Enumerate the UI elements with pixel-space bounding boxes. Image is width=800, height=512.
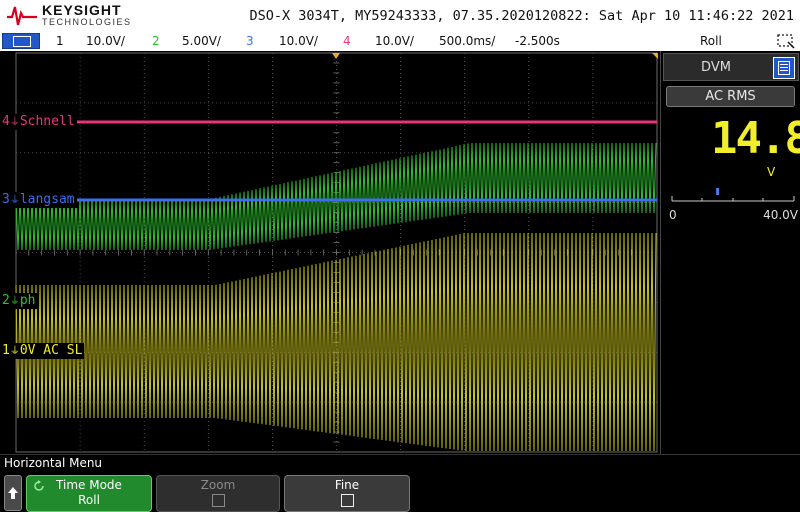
ch4-scale[interactable]: 10.0V/ [375, 34, 414, 48]
ch4-label[interactable]: 4⏚Schnell [0, 114, 77, 130]
run-mode: Roll [700, 34, 722, 48]
ch1-label[interactable]: 1⏚0V AC SL [0, 343, 85, 359]
fine-label: Fine [334, 478, 360, 492]
ch2-ground-marker: 2 [2, 293, 10, 308]
dvm-mode-button[interactable]: AC RMS [666, 86, 795, 107]
ch4-number[interactable]: 4 [343, 34, 351, 48]
up-arrow-icon [8, 487, 18, 499]
timebase-scale[interactable]: 500.0ms/ [439, 34, 495, 48]
zoom-softkey[interactable]: Zoom [156, 475, 280, 512]
time-mode-softkey[interactable]: Time Mode Roll [26, 475, 152, 512]
ch1-scale[interactable]: 10.0V/ [86, 34, 125, 48]
dvm-unit: V [767, 165, 776, 179]
brand-name: KEYSIGHT [42, 2, 122, 18]
ch3-label-text: langsam [19, 192, 75, 207]
dvm-header: DVM [663, 53, 799, 81]
ch3-label[interactable]: 3⏚langsam [0, 192, 77, 208]
ch2-number[interactable]: 2 [152, 34, 160, 48]
ch1-label-text: 0V AC SL [19, 343, 83, 358]
dvm-reading: 14.8 [711, 113, 800, 164]
ch1-ground-marker: 1 [2, 343, 10, 358]
keysight-logo-icon [7, 6, 37, 26]
dvm-scale-bar [671, 188, 795, 202]
menu-icon[interactable] [773, 57, 795, 79]
menu-title: Horizontal Menu [4, 456, 103, 470]
ch3-scale[interactable]: 10.0V/ [279, 34, 318, 48]
ch3-ground-marker: 3 [2, 192, 10, 207]
ch2-label-text: ph [19, 293, 36, 308]
instrument-title: DSO-X 3034T, MY59243333, 07.35.202012082… [249, 8, 794, 24]
ch2-label[interactable]: 2⏚ph [0, 293, 38, 309]
zoom-checkbox[interactable] [211, 494, 225, 507]
menu-icon[interactable] [2, 33, 40, 49]
dvm-title: DVM [701, 60, 731, 75]
softkey-bar: Horizontal Menu Time Mode Roll Zoom Fine [0, 454, 800, 512]
dvm-scale-max: 40.0V [763, 208, 798, 222]
rotate-knob-icon [34, 480, 44, 491]
status-bar: 1 10.0V/ 2 5.00V/ 3 10.0V/ 4 10.0V/ 500.… [0, 31, 800, 51]
dashed-box-icon[interactable] [776, 33, 796, 49]
ch4-ground-marker: 4 [2, 114, 10, 129]
dvm-panel: DVM AC RMS 14.8 V 0 40.0V [660, 51, 800, 454]
dvm-scale-min: 0 [669, 208, 677, 222]
timebase-delay[interactable]: -2.500s [515, 34, 560, 48]
fine-softkey[interactable]: Fine [284, 475, 410, 512]
ch3-number[interactable]: 3 [246, 34, 254, 48]
fine-checkbox[interactable] [340, 494, 354, 507]
ch2-scale[interactable]: 5.00V/ [182, 34, 221, 48]
ch1-number[interactable]: 1 [56, 34, 64, 48]
brand-subtitle: TECHNOLOGIES [42, 17, 132, 27]
header: KEYSIGHT TECHNOLOGIES DSO-X 3034T, MY592… [0, 0, 800, 31]
zoom-label: Zoom [200, 478, 236, 492]
ch4-label-text: Schnell [19, 114, 75, 129]
dvm-level-pointer [716, 188, 720, 195]
trigger-marker-icon[interactable] [332, 53, 340, 59]
waveform-display[interactable]: 4⏚Schnell 3⏚langsam 2⏚ph 1⏚0V AC SL [0, 51, 660, 454]
back-button[interactable] [4, 475, 22, 511]
time-mode-value: Roll [78, 493, 100, 507]
graticule [15, 52, 658, 453]
